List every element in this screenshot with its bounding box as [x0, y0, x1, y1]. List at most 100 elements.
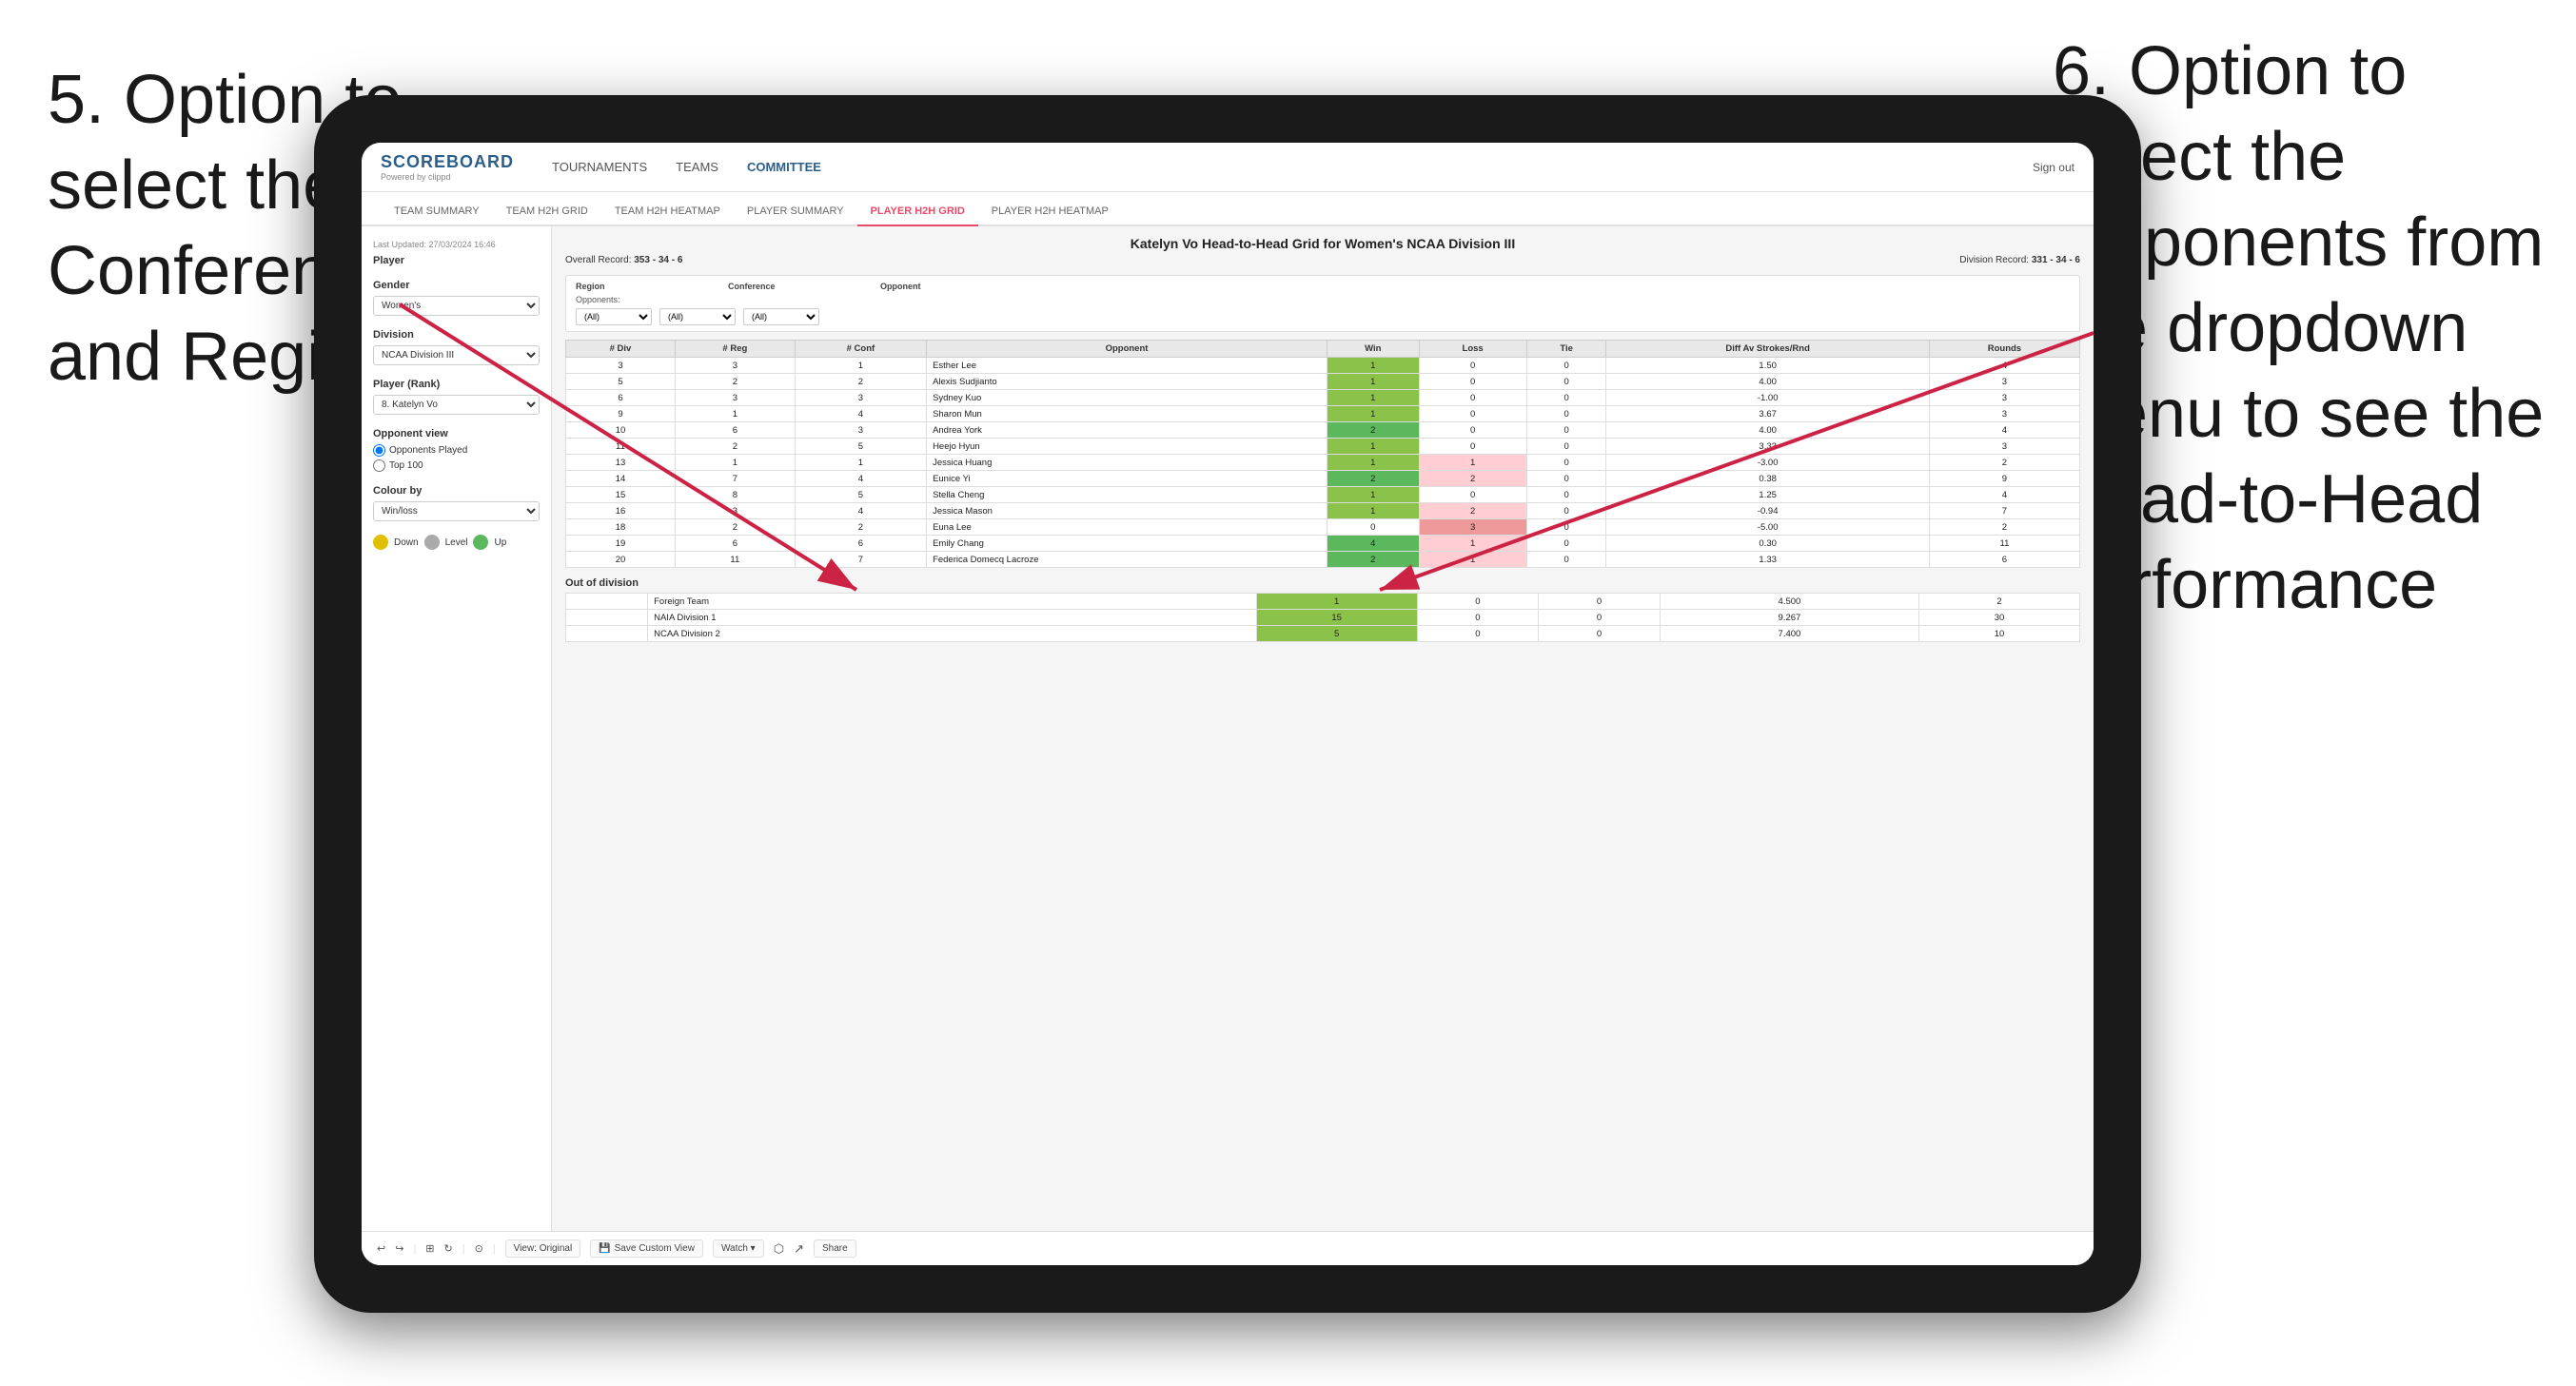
table-row: 633Sydney Kuo100-1.003 — [566, 390, 2080, 406]
table-row: 1966Emily Chang4100.3011 — [566, 536, 2080, 552]
legend-label-up: Up — [494, 537, 506, 548]
overall-record: Overall Record: 353 - 34 - 6 — [565, 255, 682, 265]
sidebar-radio-top100[interactable]: Top 100 — [373, 459, 540, 472]
sign-out-link[interactable]: Sign out — [2033, 161, 2075, 174]
sidebar-player-label: Player — [373, 255, 540, 266]
sidebar-gender-select[interactable]: Women's — [373, 296, 540, 316]
bottom-toolbar: ↩ ↪ | ⊞ ↻ | ⊙ | View: Original 💾 Save Cu… — [362, 1231, 2094, 1265]
view-original-button[interactable]: View: Original — [505, 1240, 581, 1258]
main-content: Last Updated: 27/03/2024 16:46 Player Ge… — [362, 226, 2094, 1265]
filter-region-select[interactable]: (All) — [576, 308, 652, 325]
filter-opponent-select[interactable]: (All) — [743, 308, 819, 325]
save-custom-view-button[interactable]: 💾 Save Custom View — [590, 1240, 703, 1258]
table-row: 1585Stella Cheng1001.254 — [566, 487, 2080, 503]
table-row: 1125Heejo Hyun1003.333 — [566, 439, 2080, 455]
sidebar-opponent-view-section: Opponent view Opponents Played Top 100 — [373, 428, 540, 472]
sidebar-gender-label: Gender — [373, 280, 540, 291]
table-row: NAIA Division 115009.26730 — [566, 610, 2080, 626]
sidebar-radio-group: Opponents Played Top 100 — [373, 444, 540, 472]
table-row: 914Sharon Mun1003.673 — [566, 406, 2080, 422]
table-row: Foreign Team1004.5002 — [566, 594, 2080, 610]
col-reg: # Reg — [675, 341, 795, 358]
sidebar-division-label: Division — [373, 329, 540, 341]
sub-nav-player-summary[interactable]: PLAYER SUMMARY — [734, 198, 857, 226]
undo-icon[interactable]: ↩ — [377, 1242, 385, 1255]
sub-nav-player-h2h-heatmap[interactable]: PLAYER H2H HEATMAP — [978, 198, 1122, 226]
filter-conference-select[interactable]: (All) — [659, 308, 736, 325]
sub-nav: TEAM SUMMARY TEAM H2H GRID TEAM H2H HEAT… — [362, 192, 2094, 226]
last-updated: Last Updated: 27/03/2024 16:46 — [373, 240, 540, 249]
toolbar-icon-2[interactable]: ↻ — [444, 1242, 453, 1255]
sidebar-colour-label: Colour by — [373, 485, 540, 497]
col-tie: Tie — [1526, 341, 1606, 358]
table-row: 1822Euna Lee030-5.002 — [566, 519, 2080, 536]
filter-conference-header: Conference — [728, 282, 852, 291]
sidebar-gender-section: Gender Women's — [373, 280, 540, 316]
legend-dot-up — [473, 535, 488, 550]
toolbar-icon-3[interactable]: ⊙ — [475, 1242, 483, 1255]
legend-dot-down — [373, 535, 388, 550]
legend-label-down: Down — [394, 537, 419, 548]
filter-selects-row: (All) (All) (All) — [576, 308, 2070, 325]
col-opponent: Opponent — [927, 341, 1327, 358]
opponents-label: Opponents: — [576, 295, 620, 304]
table-row: 1063Andrea York2004.004 — [566, 422, 2080, 439]
watch-button[interactable]: Watch ▾ — [713, 1240, 764, 1258]
sidebar-division-section: Division NCAA Division III — [373, 329, 540, 365]
sidebar-colour-select[interactable]: Win/loss — [373, 501, 540, 521]
table-row: NCAA Division 25007.40010 — [566, 626, 2080, 642]
sidebar-player-rank-select[interactable]: 8. Katelyn Vo — [373, 395, 540, 415]
col-win: Win — [1327, 341, 1419, 358]
filter-header-row: Region Conference Opponent — [576, 282, 2070, 291]
col-rounds: Rounds — [1929, 341, 2079, 358]
share-button[interactable]: Share — [814, 1240, 856, 1258]
tablet-screen: SCOREBOARD Powered by clippd TOURNAMENTS… — [362, 143, 2094, 1265]
table-row: 1311Jessica Huang110-3.002 — [566, 455, 2080, 471]
out-of-division-table: Foreign Team1004.5002NAIA Division 11500… — [565, 593, 2080, 642]
logo-text: SCOREBOARD — [381, 152, 514, 172]
sidebar-division-select[interactable]: NCAA Division III — [373, 345, 540, 365]
sidebar-player-rank-section: Player (Rank) 8. Katelyn Vo — [373, 379, 540, 415]
filter-sections-wrapper: Region Conference Opponent Opponents: (A… — [565, 275, 2080, 332]
table-row: 522Alexis Sudjianto1004.003 — [566, 374, 2080, 390]
logo-sub: Powered by clippd — [381, 172, 514, 182]
col-conf: # Conf — [795, 341, 926, 358]
col-diff: Diff Av Strokes/Rnd — [1606, 341, 1929, 358]
sidebar-player-section: Player — [373, 255, 540, 266]
legend-label-level: Level — [445, 537, 468, 548]
nav-items: TOURNAMENTS TEAMS COMMITTEE — [552, 156, 2033, 178]
filter-region-header: Region — [576, 282, 699, 291]
col-div: # Div — [566, 341, 676, 358]
table-row: 1474Eunice Yi2200.389 — [566, 471, 2080, 487]
sub-nav-player-h2h-grid[interactable]: PLAYER H2H GRID — [857, 198, 978, 226]
nav-bar: SCOREBOARD Powered by clippd TOURNAMENTS… — [362, 143, 2094, 192]
sub-nav-team-h2h-heatmap[interactable]: TEAM H2H HEATMAP — [601, 198, 734, 226]
logo-area: SCOREBOARD Powered by clippd — [381, 152, 514, 182]
toolbar-icon-share2[interactable]: ↗ — [794, 1241, 804, 1257]
sub-nav-team-h2h-grid[interactable]: TEAM H2H GRID — [493, 198, 601, 226]
legend-row: Down Level Up — [373, 535, 540, 550]
out-of-division-title: Out of division — [565, 577, 2080, 589]
toolbar-icon-1[interactable]: ⊞ — [425, 1242, 434, 1255]
sidebar-opponent-view-label: Opponent view — [373, 428, 540, 439]
sidebar: Last Updated: 27/03/2024 16:46 Player Ge… — [362, 226, 552, 1265]
data-table: # Div # Reg # Conf Opponent Win Loss Tie… — [565, 340, 2080, 568]
table-row: 1634Jessica Mason120-0.947 — [566, 503, 2080, 519]
sidebar-radio-opponents-played[interactable]: Opponents Played — [373, 444, 540, 457]
sidebar-colour-section: Colour by Win/loss — [373, 485, 540, 521]
grid-area: Katelyn Vo Head-to-Head Grid for Women's… — [552, 226, 2094, 1265]
sub-nav-team-summary[interactable]: TEAM SUMMARY — [381, 198, 493, 226]
legend-dot-level — [424, 535, 440, 550]
grid-title: Katelyn Vo Head-to-Head Grid for Women's… — [565, 236, 2080, 251]
tablet-device: SCOREBOARD Powered by clippd TOURNAMENTS… — [314, 95, 2141, 1313]
toolbar-icon-share1[interactable]: ⬡ — [774, 1241, 784, 1257]
col-loss: Loss — [1419, 341, 1526, 358]
nav-item-tournaments[interactable]: TOURNAMENTS — [552, 156, 647, 178]
table-row: 331Esther Lee1001.504 — [566, 358, 2080, 374]
nav-item-teams[interactable]: TEAMS — [676, 156, 718, 178]
nav-item-committee[interactable]: COMMITTEE — [747, 156, 821, 178]
sidebar-player-rank-label: Player (Rank) — [373, 379, 540, 390]
division-record: Division Record: 331 - 34 - 6 — [1959, 255, 2080, 265]
nav-right: Sign out — [2033, 161, 2075, 174]
redo-icon[interactable]: ↪ — [395, 1242, 403, 1255]
